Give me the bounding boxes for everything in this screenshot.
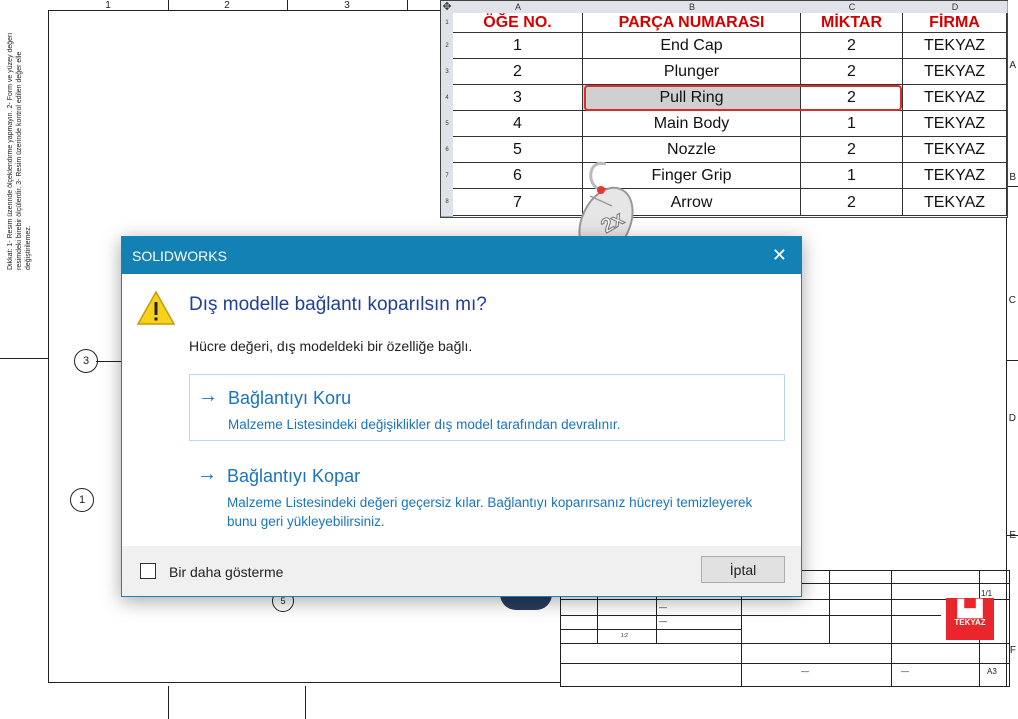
dialog-info-text: Hücre değeri, dış modeldeki bir özelliğe… <box>189 338 473 354</box>
column-label: 3 <box>344 0 350 11</box>
drawing-notes: Dikkat: 1- Resim üzerinde ölçeklendirme … <box>7 33 32 270</box>
bom-cell-quantity[interactable]: 2 <box>801 33 903 59</box>
column-label: 2 <box>224 0 230 11</box>
scale-value: 1:2 <box>621 633 628 639</box>
logo-mark-icon: ▙▟ <box>957 601 983 618</box>
bom-cell-item-no[interactable]: 6 <box>453 163 583 189</box>
frame-line <box>1006 360 1018 361</box>
row-label: F <box>1009 645 1016 656</box>
dialog-footer: Bir daha gösterme İptal <box>122 546 801 596</box>
keep-link-button[interactable]: → Bağlantıyı Koru Malzeme Listesindeki d… <box>189 374 785 441</box>
keep-link-description: Malzeme Listesindeki değişiklikler dış m… <box>228 417 621 432</box>
frame-line <box>48 682 560 683</box>
dont-show-again-checkbox[interactable] <box>140 563 156 579</box>
bom-column-letter[interactable]: D <box>903 1 1008 13</box>
balloon-callout[interactable]: 3 <box>74 349 98 373</box>
bom-header-item-no[interactable]: ÖĞE NO. <box>453 13 583 33</box>
dialog-titlebar[interactable]: SOLIDWORKS ✕ <box>122 237 801 274</box>
row-label: E <box>1009 530 1016 541</box>
bom-row-number[interactable]: 7 <box>441 163 453 190</box>
bom-header-quantity[interactable]: MİKTAR <box>801 13 903 33</box>
row-label: D <box>1008 413 1016 424</box>
bom-cell-company[interactable]: TEKYAZ <box>903 85 1007 111</box>
bom-cell-item-no[interactable]: 7 <box>453 189 583 216</box>
bom-row-number[interactable]: 5 <box>441 111 453 138</box>
bom-cell-item-no[interactable]: 1 <box>453 33 583 59</box>
frame-line <box>305 686 306 719</box>
bom-cell-quantity[interactable]: 2 <box>801 189 903 216</box>
frame-line <box>287 0 288 10</box>
bom-cell-item-no[interactable]: 4 <box>453 111 583 137</box>
bom-row-number[interactable]: 4 <box>441 85 453 112</box>
bom-cell-company[interactable]: TEKYAZ <box>903 111 1007 137</box>
bom-cell-company[interactable]: TEKYAZ <box>903 59 1007 85</box>
bom-cell-part-number[interactable]: Main Body <box>583 111 801 137</box>
leader-line <box>96 361 122 362</box>
bom-cell-part-number[interactable]: Plunger <box>583 59 801 85</box>
break-link-dialog[interactable]: SOLIDWORKS ✕ Dış modelle bağlantı koparı… <box>121 236 802 597</box>
arrow-right-icon: → <box>197 463 217 485</box>
bom-cell-part-number[interactable]: End Cap <box>583 33 801 59</box>
bom-cell-item-no[interactable]: 3 <box>453 85 583 111</box>
bom-header-part-number[interactable]: PARÇA NUMARASI <box>583 13 801 33</box>
warning-icon <box>136 290 176 325</box>
break-link-button[interactable]: → Bağlantıyı Kopar Malzeme Listesindeki … <box>189 453 785 529</box>
dialog-question: Dış modelle bağlantı koparılsın mı? <box>189 294 487 315</box>
break-link-description: Malzeme Listesindeki değeri geçersiz kıl… <box>227 495 753 529</box>
bom-row-number[interactable]: 3 <box>441 59 453 86</box>
logo-text: TEKYAZ <box>954 618 986 627</box>
frame-line <box>407 0 408 10</box>
selection-highlight <box>584 85 902 111</box>
bom-cell-quantity[interactable]: 2 <box>801 59 903 85</box>
bom-column-letter[interactable]: B <box>583 1 802 13</box>
bom-cell-quantity[interactable]: 1 <box>801 111 903 137</box>
dash: — <box>659 617 667 626</box>
dont-show-again-label[interactable]: Bir daha gösterme <box>169 564 283 580</box>
frame-line <box>0 358 48 359</box>
bom-header-company[interactable]: FİRMA <box>903 13 1007 33</box>
break-link-title: Bağlantıyı Kopar <box>227 466 361 486</box>
row-label: B <box>1009 172 1016 183</box>
frame-line <box>168 686 169 719</box>
move-table-icon[interactable]: ✥ <box>441 1 453 13</box>
bom-cell-quantity[interactable]: 1 <box>801 163 903 189</box>
bom-cell-company[interactable]: TEKYAZ <box>903 189 1007 216</box>
arrow-right-icon: → <box>198 385 218 407</box>
row-label: C <box>1008 295 1016 306</box>
close-icon[interactable]: ✕ <box>772 245 787 266</box>
balloon-callout[interactable]: 1 <box>70 488 94 512</box>
bom-cell-item-no[interactable]: 2 <box>453 59 583 85</box>
dash: — <box>801 667 809 676</box>
keep-link-title: Bağlantıyı Koru <box>228 388 352 408</box>
bom-column-letter[interactable]: A <box>453 1 584 13</box>
column-label: 1 <box>105 0 111 11</box>
bom-cell-quantity[interactable]: 2 <box>801 137 903 163</box>
bom-cell-company[interactable]: TEKYAZ <box>903 137 1007 163</box>
sheet-count: 1/1 <box>981 589 993 598</box>
bom-row-number[interactable]: 8 <box>441 189 453 217</box>
sheet-format: A3 <box>987 667 997 676</box>
dialog-title: SOLIDWORKS <box>132 248 227 264</box>
cancel-button[interactable]: İptal <box>701 556 785 583</box>
bom-row-number[interactable]: 6 <box>441 137 453 164</box>
bom-cell-company[interactable]: TEKYAZ <box>903 33 1007 59</box>
row-label: A <box>1009 60 1016 71</box>
dash: — <box>901 667 909 676</box>
bom-column-letter[interactable]: C <box>801 1 904 13</box>
bom-cell-company[interactable]: TEKYAZ <box>903 163 1007 189</box>
bom-row-number[interactable]: 1 <box>441 13 453 34</box>
frame-line <box>168 0 169 10</box>
company-logo: ▙▟ TEKYAZ <box>946 598 994 640</box>
dash: — <box>659 603 667 612</box>
bom-cell-item-no[interactable]: 5 <box>453 137 583 163</box>
bom-row-number[interactable]: 2 <box>441 33 453 60</box>
